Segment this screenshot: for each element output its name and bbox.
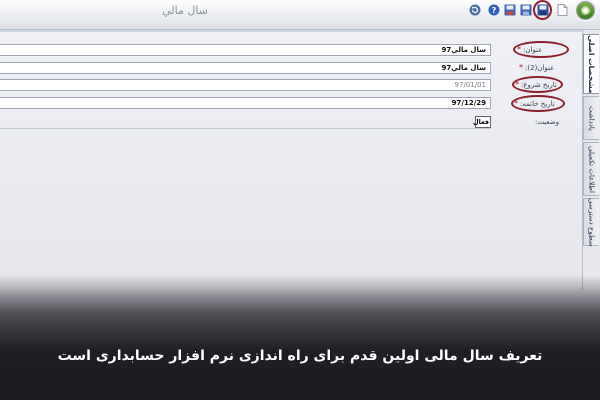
status-select[interactable]: فعال [473, 116, 491, 128]
save-icon [537, 4, 549, 16]
refresh-button[interactable] [468, 3, 482, 17]
refresh-icon [469, 4, 481, 16]
tab-access-levels[interactable]: سطوح دسترسی [583, 198, 599, 246]
form-panel: سال مالي97 عنوان:* سال مالي97 عنوان(2):*… [0, 30, 582, 290]
app-logo-icon [576, 1, 595, 20]
save-close-icon [504, 4, 516, 16]
save-new-icon [520, 4, 532, 16]
title2-field[interactable]: سال مالي97 [0, 62, 491, 74]
help-icon: ? [488, 4, 500, 16]
caption-text: تعریف سال مالی اولین قدم برای راه اندازی… [57, 348, 543, 364]
tab-additional-info[interactable]: اطلاعات تكميلی [583, 142, 599, 196]
status-label: وضعيت: [535, 118, 560, 126]
save-button[interactable] [536, 3, 550, 17]
toolbar: سال مالي ? [0, 0, 600, 30]
end-date-label-highlight [511, 95, 565, 112]
start-date-label-highlight [512, 76, 563, 93]
title-field[interactable]: سال مالي97 [0, 44, 491, 56]
tab-strip: مشخصات اصلی یادداشت اطلاعات تكميلی سطوح … [582, 30, 600, 290]
tab-notes[interactable]: یادداشت [583, 96, 599, 140]
caption-band [0, 275, 600, 400]
title-label-highlight [513, 41, 569, 58]
save-close-button[interactable] [503, 3, 517, 17]
svg-text:?: ? [492, 6, 497, 15]
help-button[interactable]: ? [487, 3, 501, 17]
end-date-field[interactable]: 97/12/29 [0, 97, 491, 109]
start-date-field[interactable]: 97/01/01 [0, 79, 491, 91]
new-document-icon [557, 4, 567, 16]
required-mark: * [519, 63, 523, 72]
new-document-button[interactable] [555, 3, 569, 17]
title2-label: عنوان(2):* [519, 63, 555, 72]
save-new-button[interactable] [519, 3, 533, 17]
window-title: سال مالي [162, 4, 208, 17]
tab-main-info[interactable]: مشخصات اصلی [583, 34, 599, 94]
status-row: فعال [0, 116, 491, 129]
